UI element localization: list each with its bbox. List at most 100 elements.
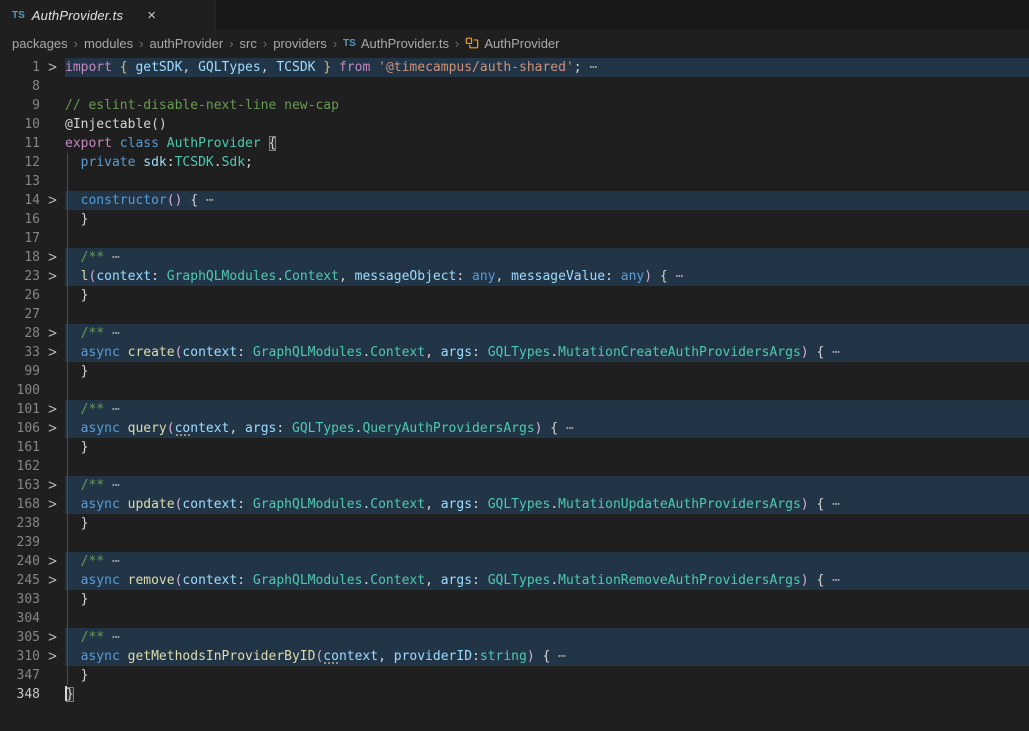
breadcrumb-item-authprovider-ts[interactable]: TSAuthProvider.ts <box>343 36 449 51</box>
line-number[interactable]: 1 <box>0 58 40 77</box>
folded-code-ellipsis[interactable]: ⋯ <box>104 554 120 569</box>
line-number[interactable]: 11 <box>0 134 40 153</box>
gutter[interactable]: 310> <box>0 647 65 666</box>
code-content[interactable]: } <box>65 666 1029 685</box>
line-number[interactable]: 100 <box>0 381 40 400</box>
folded-code-ellipsis[interactable]: ⋯ <box>104 250 120 265</box>
folded-code-ellipsis[interactable]: ⋯ <box>104 478 120 493</box>
line-number[interactable]: 14 <box>0 191 40 210</box>
gutter[interactable]: 304 <box>0 609 65 628</box>
gutter[interactable]: 10 <box>0 115 65 134</box>
code-content[interactable] <box>65 381 1029 400</box>
line-number[interactable]: 304 <box>0 609 40 628</box>
line-number[interactable]: 303 <box>0 590 40 609</box>
gutter[interactable]: 9 <box>0 96 65 115</box>
gutter[interactable]: 168> <box>0 495 65 514</box>
gutter[interactable]: 14> <box>0 191 65 210</box>
tab-authprovider-ts[interactable]: TS AuthProvider.ts × <box>0 0 216 30</box>
line-number[interactable]: 348 <box>0 685 40 704</box>
fold-chevron-icon[interactable]: > <box>40 646 65 668</box>
line-number[interactable]: 23 <box>0 267 40 286</box>
line-number[interactable]: 101 <box>0 400 40 419</box>
code-content[interactable] <box>65 533 1029 552</box>
line-number[interactable]: 162 <box>0 457 40 476</box>
line-number[interactable]: 8 <box>0 77 40 96</box>
gutter[interactable]: 305> <box>0 628 65 647</box>
breadcrumb-item-packages[interactable]: packages <box>12 36 68 51</box>
breadcrumb-item-authprovider[interactable]: AuthProvider <box>465 36 559 51</box>
line-number[interactable]: 240 <box>0 552 40 571</box>
code-editor[interactable]: 1>import { getSDK, GQLTypes, TCSDK } fro… <box>0 56 1029 731</box>
code-content[interactable]: import { getSDK, GQLTypes, TCSDK } from … <box>65 58 1029 77</box>
line-number[interactable]: 28 <box>0 324 40 343</box>
line-number[interactable]: 245 <box>0 571 40 590</box>
code-content[interactable]: } <box>65 210 1029 229</box>
line-number[interactable]: 33 <box>0 343 40 362</box>
line-number[interactable]: 106 <box>0 419 40 438</box>
code-content[interactable]: constructor() { ⋯ <box>65 191 1029 210</box>
fold-chevron-icon[interactable]: > <box>40 342 65 364</box>
gutter[interactable]: 106> <box>0 419 65 438</box>
gutter[interactable]: 161 <box>0 438 65 457</box>
folded-code-ellipsis[interactable]: ⋯ <box>558 421 574 436</box>
line-number[interactable]: 99 <box>0 362 40 381</box>
code-content[interactable]: async update(context: GraphQLModules.Con… <box>65 495 1029 514</box>
line-number[interactable]: 168 <box>0 495 40 514</box>
line-number[interactable]: 310 <box>0 647 40 666</box>
line-number[interactable]: 26 <box>0 286 40 305</box>
code-content[interactable]: /** ⋯ <box>65 248 1029 267</box>
gutter[interactable]: 238 <box>0 514 65 533</box>
fold-chevron-icon[interactable]: > <box>40 494 65 516</box>
line-number[interactable]: 16 <box>0 210 40 229</box>
code-content[interactable]: /** ⋯ <box>65 552 1029 571</box>
code-content[interactable]: export class AuthProvider { <box>65 134 1029 153</box>
gutter[interactable]: 27 <box>0 305 65 324</box>
line-number[interactable]: 18 <box>0 248 40 267</box>
folded-code-ellipsis[interactable]: ⋯ <box>668 269 684 284</box>
folded-code-ellipsis[interactable]: ⋯ <box>824 573 840 588</box>
gutter[interactable]: 12 <box>0 153 65 172</box>
code-content[interactable]: /** ⋯ <box>65 628 1029 647</box>
gutter[interactable]: 1> <box>0 58 65 77</box>
gutter[interactable]: 101> <box>0 400 65 419</box>
code-content[interactable]: } <box>65 685 1029 704</box>
gutter[interactable]: 13 <box>0 172 65 191</box>
gutter[interactable]: 23> <box>0 267 65 286</box>
close-icon[interactable]: × <box>144 7 159 24</box>
line-number[interactable]: 239 <box>0 533 40 552</box>
code-content[interactable] <box>65 77 1029 96</box>
gutter[interactable]: 8 <box>0 77 65 96</box>
code-content[interactable] <box>65 172 1029 191</box>
code-content[interactable]: } <box>65 514 1029 533</box>
code-content[interactable]: /** ⋯ <box>65 324 1029 343</box>
code-content[interactable]: /** ⋯ <box>65 400 1029 419</box>
code-content[interactable] <box>65 457 1029 476</box>
fold-chevron-icon[interactable]: > <box>40 57 65 79</box>
folded-code-ellipsis[interactable]: ⋯ <box>550 649 566 664</box>
line-number[interactable]: 13 <box>0 172 40 191</box>
code-content[interactable] <box>65 305 1029 324</box>
line-number[interactable]: 305 <box>0 628 40 647</box>
gutter[interactable]: 18> <box>0 248 65 267</box>
gutter[interactable]: 245> <box>0 571 65 590</box>
code-content[interactable]: } <box>65 590 1029 609</box>
gutter[interactable]: 26 <box>0 286 65 305</box>
fold-chevron-icon[interactable]: > <box>40 266 65 288</box>
gutter[interactable]: 303 <box>0 590 65 609</box>
breadcrumb-item-authprovider[interactable]: authProvider <box>149 36 223 51</box>
folded-code-ellipsis[interactable]: ⋯ <box>198 193 214 208</box>
line-number[interactable]: 10 <box>0 115 40 134</box>
line-number[interactable]: 27 <box>0 305 40 324</box>
gutter[interactable]: 100 <box>0 381 65 400</box>
line-number[interactable]: 9 <box>0 96 40 115</box>
fold-chevron-icon[interactable]: > <box>40 418 65 440</box>
breadcrumb-item-modules[interactable]: modules <box>84 36 133 51</box>
folded-code-ellipsis[interactable]: ⋯ <box>582 60 598 75</box>
gutter[interactable]: 163> <box>0 476 65 495</box>
fold-chevron-icon[interactable]: > <box>40 190 65 212</box>
gutter[interactable]: 99 <box>0 362 65 381</box>
gutter[interactable]: 11 <box>0 134 65 153</box>
code-content[interactable]: } <box>65 438 1029 457</box>
code-content[interactable]: // eslint-disable-next-line new-cap <box>65 96 1029 115</box>
breadcrumb-item-providers[interactable]: providers <box>273 36 326 51</box>
